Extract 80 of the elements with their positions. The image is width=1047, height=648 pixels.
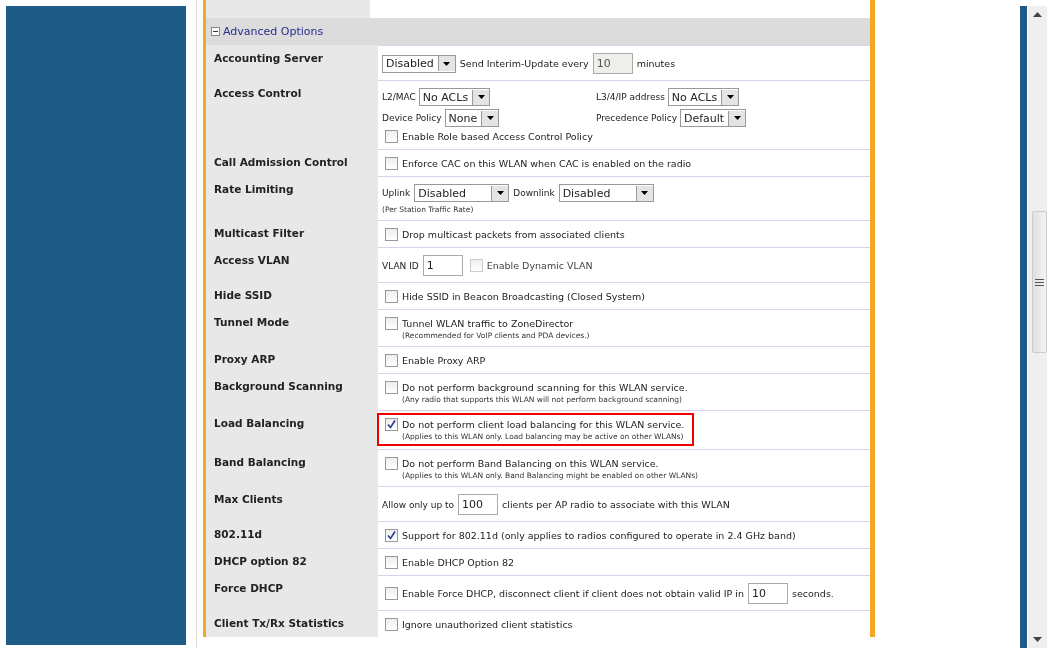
- checkbox[interactable]: [385, 457, 398, 470]
- checkbox[interactable]: [385, 587, 398, 600]
- field-text: Send Interim-Update every: [459, 58, 589, 69]
- field-label: Accounting Server: [206, 45, 378, 80]
- field-label: Background Scanning: [206, 373, 378, 410]
- field-label: Band Balancing: [206, 449, 378, 486]
- dropdown[interactable]: None: [444, 109, 500, 127]
- field-text: Allow only up to: [382, 499, 455, 510]
- dropdown[interactable]: No ACLs: [418, 88, 491, 106]
- checkbox-label: Drop multicast packets from associated clients: [402, 229, 625, 240]
- caret-icon: [437, 56, 455, 71]
- checkbox-label: Enable Role based Access Control Policy: [402, 131, 593, 142]
- field-text: VLAN ID: [382, 260, 419, 271]
- dropdown[interactable]: Disabled: [382, 54, 456, 73]
- field-label: DHCP option 82: [206, 548, 378, 575]
- caret-icon: [491, 185, 509, 201]
- checkbox[interactable]: [385, 556, 398, 569]
- field-label: Access Control: [206, 80, 378, 149]
- field-text: clients per AP radio to associate with this WLAN: [502, 499, 730, 510]
- scroll-down-icon[interactable]: [1033, 637, 1042, 642]
- checkbox[interactable]: [385, 618, 398, 631]
- checkbox-label: Tunnel WLAN traffic to ZoneDirector: [402, 318, 574, 329]
- field-label: L3/4/IP address: [596, 92, 665, 102]
- input-field[interactable]: 1: [422, 255, 463, 276]
- checkbox-label: Ignore unauthorized client statistics: [402, 619, 573, 630]
- field-label: Load Balancing: [206, 410, 378, 449]
- input-field[interactable]: 100: [458, 494, 499, 515]
- field-label: Call Admission Control: [206, 149, 378, 176]
- caret-icon: [728, 110, 746, 126]
- checkbox-label: Enforce CAC on this WLAN when CAC is enabled on the radio: [402, 158, 692, 169]
- field-label: Max Clients: [206, 486, 378, 521]
- checkbox[interactable]: [385, 354, 398, 367]
- checkbox-label: Enable Dynamic VLAN: [486, 260, 593, 271]
- checkbox-label: Support for 802.11d (only applies to radios configured to operate in 2.4 GHz band): [402, 530, 796, 541]
- caret-icon: [481, 110, 499, 126]
- dropdown[interactable]: Disabled: [558, 184, 654, 202]
- checkbox-label: Enable Proxy ARP: [402, 355, 486, 366]
- field-label: Device Policy: [382, 113, 442, 123]
- checkbox-label: Do not perform background scanning for this WLAN service.: [402, 382, 688, 393]
- field-label: Hide SSID: [206, 282, 378, 309]
- field-label: Rate Limiting: [206, 176, 378, 220]
- checkbox[interactable]: [385, 290, 398, 303]
- caret-icon: [721, 89, 739, 105]
- checkbox[interactable]: [385, 228, 398, 241]
- field-label: Tunnel Mode: [206, 309, 378, 346]
- field-label: Multicast Filter: [206, 220, 378, 247]
- field-label: Client Tx/Rx Statistics: [206, 610, 378, 637]
- field-text: seconds.: [792, 588, 834, 599]
- field-label: Access VLAN: [206, 247, 378, 282]
- checkbox-label: Do not perform client load balancing for this WLAN service.: [402, 419, 685, 430]
- collapse-icon[interactable]: [211, 27, 220, 36]
- scroll-thumb[interactable]: [1031, 211, 1047, 353]
- checkbox[interactable]: [385, 381, 398, 394]
- section-header[interactable]: Advanced Options: [206, 18, 870, 45]
- dropdown[interactable]: Default: [680, 109, 747, 127]
- dropdown[interactable]: Disabled: [414, 184, 510, 202]
- checkbox[interactable]: [385, 157, 398, 170]
- input-field[interactable]: 10: [748, 583, 788, 604]
- checkbox-label: Enable Force DHCP, disconnect client if client does not obtain valid IP in: [402, 588, 744, 599]
- section-title: Advanced Options: [223, 25, 324, 38]
- field-text: Uplink: [382, 188, 411, 198]
- caret-icon: [635, 185, 653, 201]
- field-label: Force DHCP: [206, 575, 378, 610]
- checkbox[interactable]: [385, 529, 398, 542]
- field-label: 802.11d: [206, 521, 378, 548]
- checkbox-label: Do not perform Band Balancing on this WLAN service.: [402, 458, 659, 469]
- scroll-up-icon[interactable]: [1033, 12, 1042, 17]
- checkbox-label: Enable DHCP Option 82: [402, 557, 515, 568]
- field-label: Proxy ARP: [206, 346, 378, 373]
- field-label: L2/MAC: [382, 92, 416, 102]
- caret-icon: [472, 89, 490, 105]
- field-text: minutes: [636, 58, 676, 69]
- field-label: Precedence Policy: [596, 113, 677, 123]
- checkbox[interactable]: [385, 317, 398, 330]
- checkbox[interactable]: [385, 130, 398, 143]
- checkbox[interactable]: [385, 418, 398, 431]
- scrollbar[interactable]: [1028, 6, 1047, 648]
- dropdown[interactable]: No ACLs: [667, 88, 740, 106]
- field-text: Downlink: [513, 188, 555, 198]
- checkbox-label: Hide SSID in Beacon Broadcasting (Closed System): [402, 291, 645, 302]
